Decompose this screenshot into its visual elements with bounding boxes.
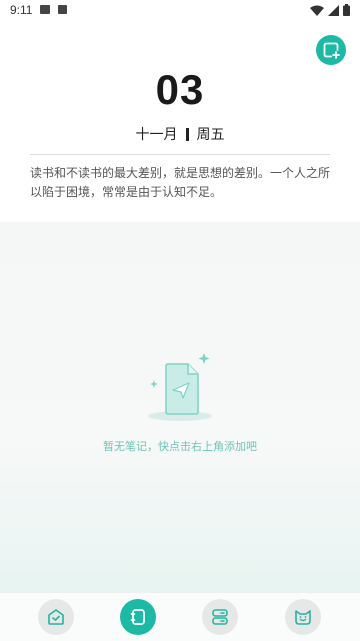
- cat-icon: [295, 610, 311, 625]
- nav-profile[interactable]: [285, 599, 321, 635]
- status-bar: 9:11: [0, 0, 360, 20]
- date-line: 十一月 周五: [0, 124, 360, 144]
- empty-state-message: 暂无笔记，快点击右上角添加吧: [103, 440, 257, 453]
- date-weekday: 周五: [196, 127, 225, 143]
- list-icon: [212, 609, 228, 625]
- nav-list[interactable]: [202, 599, 238, 635]
- home-icon: [48, 609, 64, 625]
- wifi-icon: [310, 5, 324, 16]
- app-notification-icon: [58, 5, 67, 14]
- signal-icon: [328, 4, 339, 16]
- nav-notes[interactable]: [120, 599, 156, 635]
- status-indicators: [310, 4, 350, 16]
- add-note-button[interactable]: [316, 35, 346, 65]
- date-separator: [185, 127, 189, 141]
- header-divider: [30, 154, 330, 155]
- add-note-icon: [323, 42, 340, 59]
- notification-icon: [40, 5, 50, 14]
- date-month: 十一月: [135, 127, 178, 143]
- daily-quote: 读书和不读书的最大差别，就是思想的差别。一个人之所以陷于困境，常常是由于认知不足…: [30, 166, 331, 199]
- battery-icon: [343, 4, 350, 16]
- empty-document-icon: [148, 353, 212, 421]
- status-time: 9:11: [10, 3, 33, 17]
- nav-home[interactable]: [38, 599, 74, 635]
- notebook-icon: [130, 609, 145, 625]
- date-day: 03: [155, 66, 205, 113]
- bottom-nav: [0, 592, 360, 641]
